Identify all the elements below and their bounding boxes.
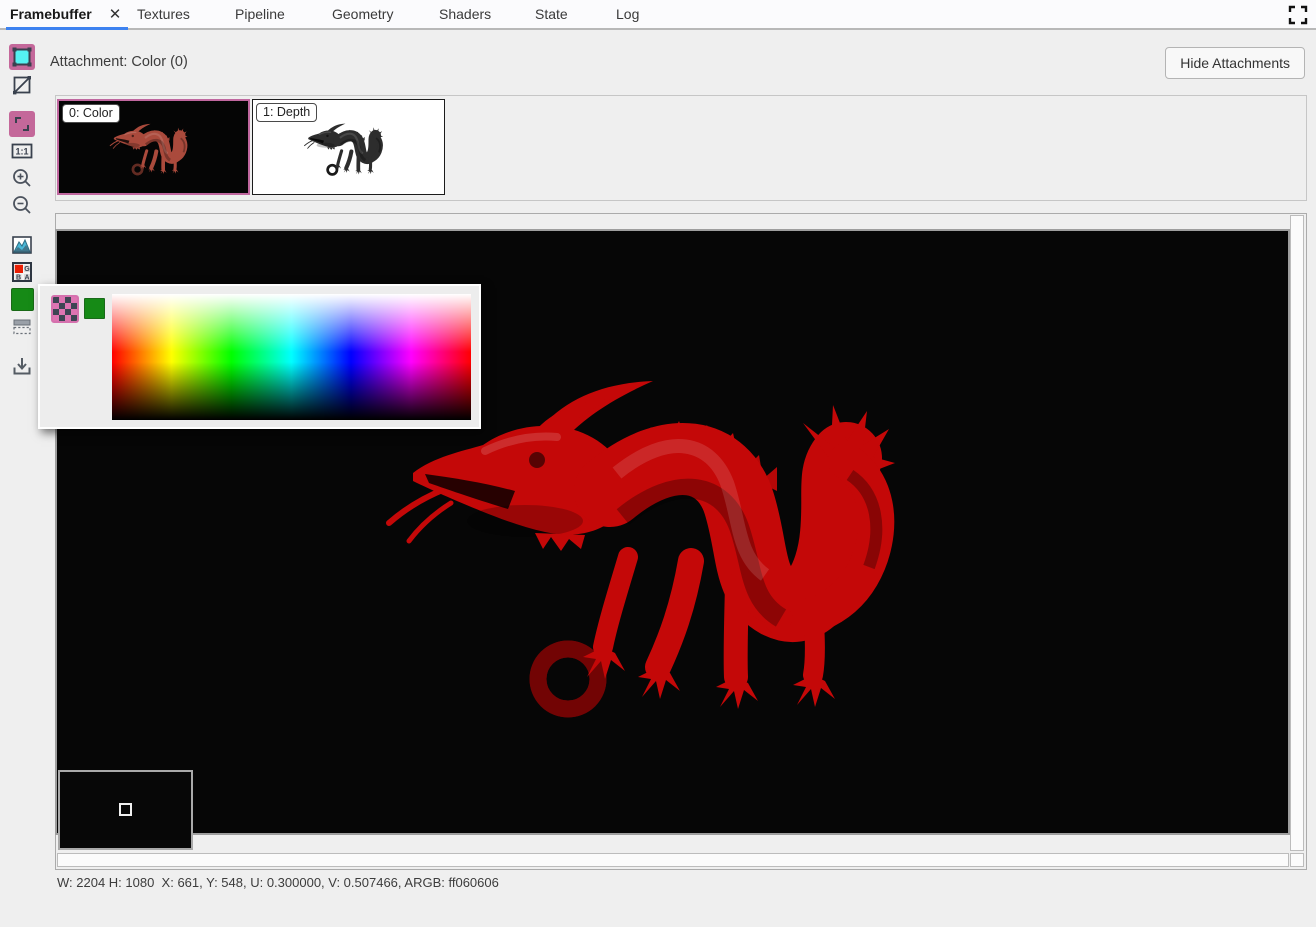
horizontal-scrollbar[interactable] [57, 853, 1289, 867]
attachment-badge-depth: 1: Depth [256, 103, 317, 122]
tab-pipeline[interactable]: Pipeline [231, 0, 289, 28]
background-color-swatch[interactable] [9, 286, 35, 312]
tab-shaders-label: Shaders [439, 6, 491, 22]
minimap-view-rect[interactable] [119, 803, 132, 816]
actual-size-icon[interactable]: 1:1 [9, 138, 35, 164]
zoom-to-fit-icon[interactable] [9, 111, 35, 137]
tab-state[interactable]: State [531, 0, 572, 28]
attachment-badge-color: 0: Color [62, 104, 120, 123]
tab-geometry[interactable]: Geometry [328, 0, 397, 28]
fullscreen-icon[interactable] [1288, 5, 1308, 25]
tab-log[interactable]: Log [612, 0, 643, 28]
tab-pipeline-label: Pipeline [235, 6, 285, 22]
framebuffer-toolbar: 1:1 G B A [0, 30, 46, 927]
attachment-thumb-depth[interactable]: 1: Depth [252, 99, 445, 195]
actual-size-label: 1:1 [15, 147, 28, 157]
wireframe-icon[interactable] [9, 72, 35, 98]
tab-textures-label: Textures [137, 6, 190, 22]
tab-state-label: State [535, 6, 568, 22]
tab-log-label: Log [616, 6, 639, 22]
channel-g-label: G [24, 266, 30, 273]
tab-shaders[interactable]: Shaders [435, 0, 495, 28]
channel-a-label: A [24, 275, 29, 282]
flip-vertically-icon[interactable] [9, 313, 35, 339]
tab-textures[interactable]: Textures [133, 0, 194, 28]
tab-geometry-label: Geometry [332, 6, 393, 22]
background-color-picker-popup [38, 284, 481, 429]
histogram-icon[interactable] [9, 232, 35, 258]
scrollbar-corner [1290, 853, 1304, 867]
hide-attachments-button[interactable]: Hide Attachments [1165, 47, 1305, 79]
color-channels-icon[interactable]: G B A [9, 259, 35, 285]
minimap[interactable] [58, 770, 193, 850]
zoom-in-icon[interactable] [9, 165, 35, 191]
checkerboard-swatch[interactable] [51, 295, 79, 323]
attachment-thumb-color[interactable]: 0: Color [57, 99, 250, 195]
attachments-strip: 0: Color 1: Depth [55, 95, 1307, 201]
solid-color-swatch[interactable] [84, 298, 105, 319]
tab-framebuffer[interactable]: Framebuffer ✕ [6, 0, 128, 28]
channel-b-label: B [16, 275, 21, 282]
color-buffer-icon[interactable] [9, 44, 35, 70]
close-icon[interactable]: ✕ [106, 6, 125, 23]
tab-framebuffer-label: Framebuffer [10, 6, 92, 22]
background-color-green [11, 288, 34, 311]
tab-bar: Framebuffer ✕ Textures Pipeline Geometry… [0, 0, 1316, 30]
save-image-icon[interactable] [9, 353, 35, 379]
color-gradient-field[interactable] [112, 294, 471, 420]
pixel-status-bar: W: 2204 H: 1080 X: 661, Y: 548, U: 0.300… [57, 875, 499, 890]
zoom-out-icon[interactable] [9, 192, 35, 218]
attachment-title: Attachment: Color (0) [50, 54, 188, 70]
vertical-scrollbar[interactable] [1290, 215, 1304, 851]
